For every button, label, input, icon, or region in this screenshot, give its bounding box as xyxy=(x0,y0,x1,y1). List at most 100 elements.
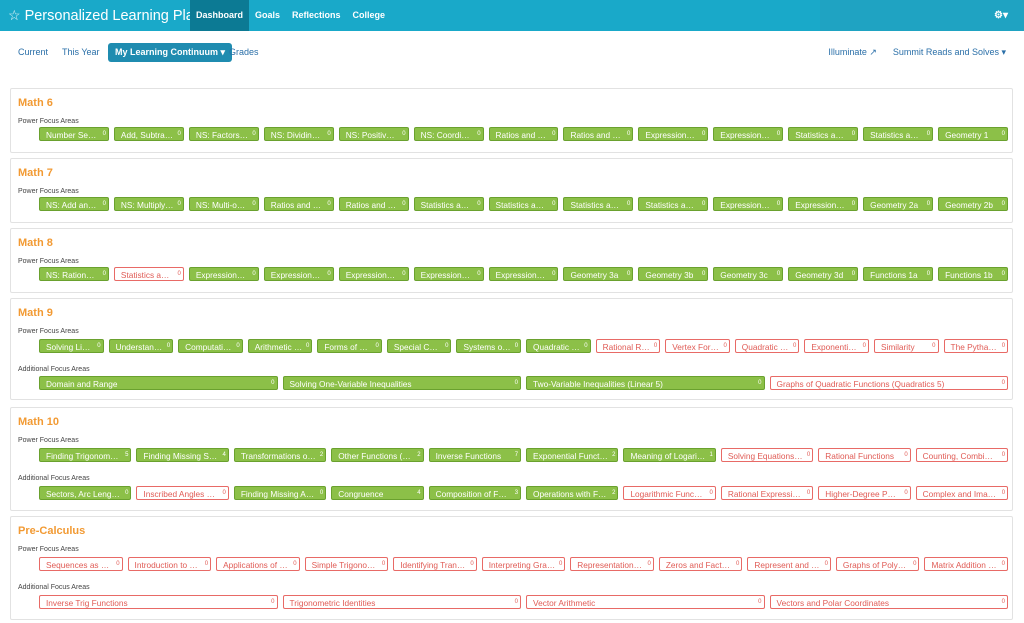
focus-area-chip[interactable]: Rational Expressi… 0 xyxy=(720,486,814,500)
focus-area-chip[interactable]: Inverse Functions 7 xyxy=(428,448,522,462)
focus-area-chip[interactable]: Sequences as … 0 xyxy=(39,557,123,571)
focus-area-chip[interactable]: Statistics an… 0 xyxy=(638,197,709,211)
focus-area-chip[interactable]: Exponenti… 0 xyxy=(804,339,869,353)
focus-area-chip[interactable]: Geometry 2b 0 xyxy=(938,197,1008,211)
settings-menu-icon[interactable]: ⚙▾ xyxy=(994,0,1008,31)
focus-area-chip[interactable]: Solving One-Variable Inequalities 0 xyxy=(282,376,521,390)
focus-area-chip[interactable]: Vectors and Polar Coordinates 0 xyxy=(769,595,1008,609)
focus-area-chip[interactable]: Finding Trigonom… 5 xyxy=(39,448,132,462)
focus-area-chip[interactable]: Arithmetic … 0 xyxy=(247,339,313,353)
focus-area-chip[interactable]: Zeros and Fact… 0 xyxy=(658,557,743,571)
tab-current[interactable]: Current xyxy=(14,43,52,62)
focus-area-chip[interactable]: Geometry 3d 0 xyxy=(788,267,859,281)
focus-area-chip[interactable]: Introduction to … 0 xyxy=(127,557,212,571)
focus-area-chip[interactable]: Simple Trigono… 0 xyxy=(304,557,389,571)
focus-area-chip[interactable]: Applications of … 0 xyxy=(216,557,300,571)
focus-area-chip[interactable]: NS: Coordin… 0 xyxy=(413,127,484,141)
focus-area-chip[interactable]: NS: Positive… 0 xyxy=(338,127,409,141)
focus-area-chip[interactable]: Expressions… 0 xyxy=(338,267,409,281)
app-brand[interactable]: ☆ Personalized Learning Plan xyxy=(8,0,202,31)
focus-area-chip[interactable]: Graphs of Poly… 0 xyxy=(835,557,920,571)
focus-area-chip[interactable]: Rational Functions 0 xyxy=(818,448,911,462)
focus-area-chip[interactable]: Expressions… 0 xyxy=(788,197,859,211)
focus-area-chip[interactable]: Composition of F… 3 xyxy=(428,486,522,500)
focus-area-chip[interactable]: Add, Subtra… 0 xyxy=(113,127,184,141)
focus-area-chip[interactable]: Inverse Trig Functions 0 xyxy=(39,595,278,609)
focus-area-chip[interactable]: Two-Variable Inequalities (Linear 5) 0 xyxy=(526,376,765,390)
focus-area-chip[interactable]: Special Ca… 0 xyxy=(386,339,452,353)
focus-area-chip[interactable]: Identifying Tran… 0 xyxy=(393,557,477,571)
focus-area-chip[interactable]: NS: Add an… 0 xyxy=(39,197,109,211)
focus-area-chip[interactable]: NS: Factors … 0 xyxy=(188,127,259,141)
focus-area-chip[interactable]: Domain and Range 0 xyxy=(39,376,278,390)
focus-area-chip[interactable]: Expressions… 0 xyxy=(413,267,484,281)
focus-area-chip[interactable]: Expressions… 0 xyxy=(188,267,259,281)
focus-area-chip[interactable]: Quadratic … 0 xyxy=(526,339,591,353)
focus-area-chip[interactable]: Expressions… 0 xyxy=(713,127,784,141)
focus-area-chip[interactable]: Expressions… 0 xyxy=(713,197,784,211)
focus-area-chip[interactable]: Represent and … 0 xyxy=(747,557,831,571)
focus-area-chip[interactable]: Vector Arithmetic 0 xyxy=(526,595,765,609)
tab-this-year[interactable]: This Year xyxy=(58,43,104,62)
focus-area-chip[interactable]: Higher-Degree P… 0 xyxy=(818,486,911,500)
focus-area-chip[interactable]: Graphs of Quadratic Functions (Quadratic… xyxy=(769,376,1008,390)
focus-area-chip[interactable]: Sectors, Arc Leng… 0 xyxy=(39,486,132,500)
focus-area-chip[interactable]: NS: Rational… 0 xyxy=(39,267,109,281)
focus-area-chip[interactable]: Geometry 3b 0 xyxy=(638,267,709,281)
focus-area-chip[interactable]: Functions 1b 0 xyxy=(938,267,1008,281)
focus-area-chip[interactable]: Understan… 0 xyxy=(108,339,174,353)
nav-goals[interactable]: Goals xyxy=(249,0,286,31)
focus-area-chip[interactable]: Expressions… 0 xyxy=(638,127,709,141)
focus-area-chip[interactable]: Geometry 2a 0 xyxy=(863,197,934,211)
focus-area-chip[interactable]: Forms of L… 0 xyxy=(317,339,382,353)
focus-area-chip[interactable]: Ratios and … 0 xyxy=(563,127,634,141)
focus-area-chip[interactable]: Vertex For… 0 xyxy=(665,339,730,353)
focus-area-chip[interactable]: Statistics an… 0 xyxy=(788,127,859,141)
focus-area-chip[interactable]: Finding Missing A… 0 xyxy=(233,486,327,500)
focus-area-chip[interactable]: Statistics an… 0 xyxy=(863,127,934,141)
focus-area-chip[interactable]: Matrix Addition … 0 xyxy=(924,557,1009,571)
focus-area-chip[interactable]: Representation … 0 xyxy=(570,557,654,571)
focus-area-chip[interactable]: NS: Multiply… 0 xyxy=(113,197,184,211)
focus-area-chip[interactable]: NS: Dividing… 0 xyxy=(263,127,334,141)
focus-area-chip[interactable]: Geometry 1 0 xyxy=(938,127,1008,141)
focus-area-chip[interactable]: Geometry 3a 0 xyxy=(563,267,634,281)
focus-area-chip[interactable]: Similarity 0 xyxy=(873,339,939,353)
focus-area-chip[interactable]: Interpreting Gra… 0 xyxy=(481,557,566,571)
focus-area-chip[interactable]: Expressions… 0 xyxy=(488,267,559,281)
nav-college[interactable]: College xyxy=(347,0,392,31)
focus-area-chip[interactable]: Inscribed Angles … 0 xyxy=(136,486,229,500)
focus-area-chip[interactable]: NS: Multi-o… 0 xyxy=(188,197,259,211)
focus-area-chip[interactable]: Counting, Combi… 0 xyxy=(915,448,1009,462)
summit-reads-dropdown[interactable]: Summit Reads and Solves ▾ xyxy=(893,43,1006,62)
focus-area-chip[interactable]: Statistics an… 0 xyxy=(488,197,559,211)
focus-area-chip[interactable]: Exponential Funct… 2 xyxy=(526,448,619,462)
nav-dashboard[interactable]: Dashboard xyxy=(190,0,250,31)
focus-area-chip[interactable]: Meaning of Logari… 1 xyxy=(623,448,716,462)
focus-area-chip[interactable]: Trigonometric Identities 0 xyxy=(282,595,521,609)
nav-reflections[interactable]: Reflections xyxy=(286,0,347,31)
tab-learning-continuum[interactable]: My Learning Continuum ▾ xyxy=(108,43,233,62)
focus-area-chip[interactable]: The Pytha… 0 xyxy=(943,339,1009,353)
focus-area-chip[interactable]: Solving Lin… 0 xyxy=(39,339,104,353)
focus-area-chip[interactable]: Statistics an… 0 xyxy=(113,267,184,281)
focus-area-chip[interactable]: Expressions… 0 xyxy=(263,267,334,281)
focus-area-chip[interactable]: Rational R… 0 xyxy=(595,339,661,353)
focus-area-chip[interactable]: Number Sense 0 xyxy=(39,127,109,141)
tab-grades[interactable]: Grades xyxy=(225,43,263,62)
focus-area-chip[interactable]: Other Functions (… 2 xyxy=(331,448,424,462)
focus-area-chip[interactable]: Logarithmic Func… 0 xyxy=(623,486,716,500)
focus-area-chip[interactable]: Complex and Ima… 0 xyxy=(915,486,1009,500)
focus-area-chip[interactable]: Quadratic … 0 xyxy=(734,339,800,353)
focus-area-chip[interactable]: Geometry 3c 0 xyxy=(713,267,784,281)
focus-area-chip[interactable]: Finding Missing Si… 4 xyxy=(136,448,229,462)
focus-area-chip[interactable]: Congruence 4 xyxy=(331,486,424,500)
focus-area-chip[interactable]: Ratios and … 0 xyxy=(263,197,334,211)
focus-area-chip[interactable]: Computati… 0 xyxy=(178,339,243,353)
focus-area-chip[interactable]: Statistics an… 0 xyxy=(413,197,484,211)
focus-area-chip[interactable]: Systems of… 0 xyxy=(456,339,522,353)
focus-area-chip[interactable]: Functions 1a 0 xyxy=(863,267,934,281)
focus-area-chip[interactable]: Ratios and … 0 xyxy=(338,197,409,211)
focus-area-chip[interactable]: Transformations o… 2 xyxy=(233,448,327,462)
focus-area-chip[interactable]: Operations with F… 2 xyxy=(526,486,619,500)
